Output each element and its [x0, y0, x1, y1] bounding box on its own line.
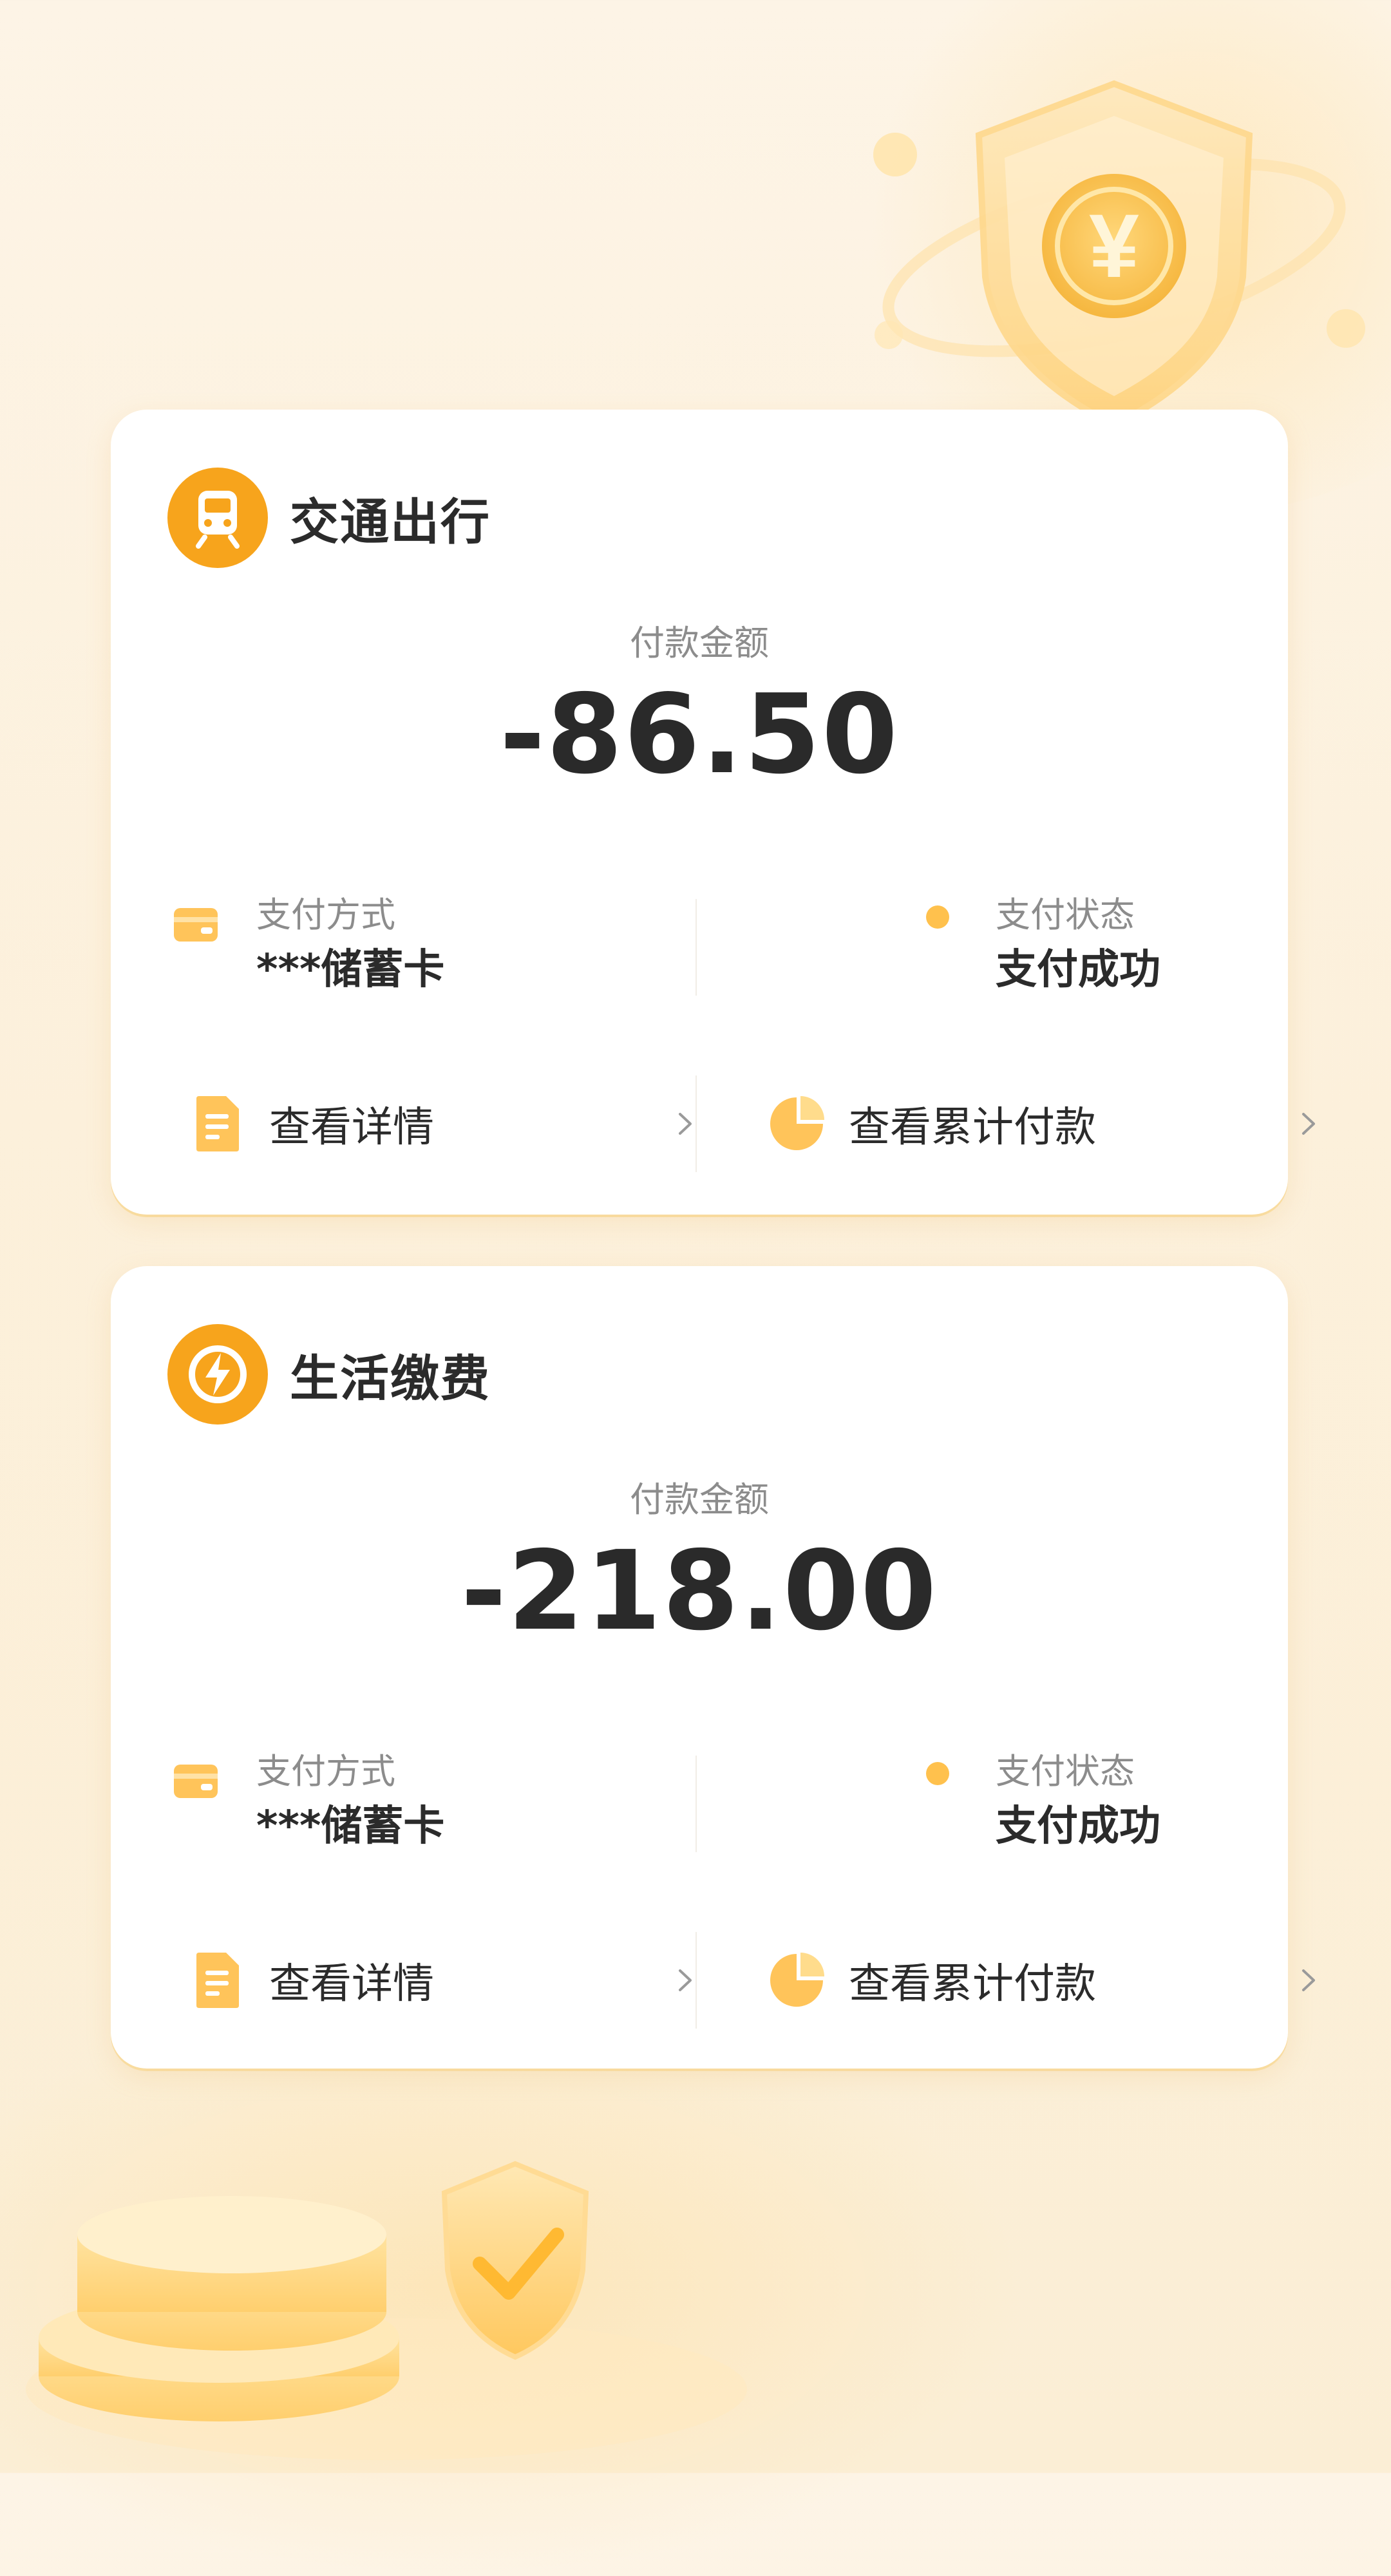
payment-info-row: 支付方式 ***储蓄卡 支付状态 支付成功 [111, 886, 1288, 1009]
payment-status: 支付状态 支付成功 [790, 886, 1240, 1009]
document-icon [188, 1951, 246, 2009]
view-cumulative-payment-label: 查看累计付款 [849, 1104, 1096, 1151]
view-details-button[interactable]: 查看详情 [188, 1069, 692, 1179]
payment-status-label: 支付状态 [996, 895, 1135, 935]
divider [696, 899, 697, 996]
amount-label: 付款金额 [630, 1479, 769, 1520]
action-row: 查看详情 查看累计付款 [111, 1926, 1315, 2035]
status-dot-icon [925, 904, 951, 933]
action-row: 查看详情 查看累计付款 [111, 1069, 1315, 1179]
payment-method-value: ***储蓄卡 [256, 946, 445, 994]
card-header: 交通出行 [167, 466, 491, 569]
view-cumulative-payment-label: 查看累计付款 [849, 1960, 1096, 2008]
category-title: 生活缴费 [290, 1350, 491, 1407]
card-header: 生活缴费 [167, 1323, 491, 1426]
divider [696, 1932, 697, 2029]
view-details-label: 查看详情 [269, 1104, 434, 1151]
payment-status-value: 支付成功 [996, 1803, 1160, 1850]
category-title: 交通出行 [290, 493, 491, 551]
pie-chart-icon [768, 1951, 826, 2009]
card-icon [173, 1762, 219, 1803]
payment-status-label: 支付状态 [996, 1751, 1135, 1792]
payment-method-value: ***储蓄卡 [256, 1803, 445, 1850]
payment-method-label: 支付方式 [256, 1751, 395, 1792]
view-cumulative-payment-button[interactable]: 查看累计付款 [768, 1069, 1315, 1179]
chevron-right-icon [1296, 1967, 1323, 1994]
payment-method: 支付方式 ***储蓄卡 [173, 1743, 675, 1865]
payment-status: 支付状态 支付成功 [790, 1743, 1240, 1865]
document-icon [188, 1095, 246, 1153]
train-icon [167, 468, 268, 568]
pie-chart-icon [768, 1095, 826, 1153]
card-icon [173, 905, 219, 947]
amount-value: -86.50 [499, 671, 900, 799]
coins-shield-check-icon [26, 2145, 773, 2467]
payment-method: 支付方式 ***储蓄卡 [173, 886, 675, 1009]
status-dot-icon [925, 1761, 951, 1789]
payment-card: 交通出行 付款金额 -86.50 支付方式 ***储蓄卡 支付状态 支付成功 查… [111, 410, 1315, 1215]
view-cumulative-payment-button[interactable]: 查看累计付款 [768, 1926, 1315, 2035]
payment-status-value: 支付成功 [996, 946, 1160, 994]
view-details-label: 查看详情 [269, 1960, 434, 2008]
divider [696, 1756, 697, 1852]
shield-yuan-icon: ¥ [856, 64, 1372, 451]
amount-value: -218.00 [460, 1528, 938, 1655]
payment-method-label: 支付方式 [256, 895, 395, 935]
payment-card: 生活缴费 付款金额 -218.00 支付方式 ***储蓄卡 支付状态 支付成功 [111, 1266, 1315, 2069]
svg-text:¥: ¥ [1089, 195, 1139, 296]
payment-info-row: 支付方式 ***储蓄卡 支付状态 支付成功 [111, 1743, 1288, 1865]
amount-label: 付款金额 [630, 623, 769, 663]
divider [696, 1075, 697, 1172]
view-details-button[interactable]: 查看详情 [188, 1926, 692, 2035]
chevron-right-icon [1296, 1110, 1323, 1137]
lightning-icon [167, 1324, 268, 1425]
